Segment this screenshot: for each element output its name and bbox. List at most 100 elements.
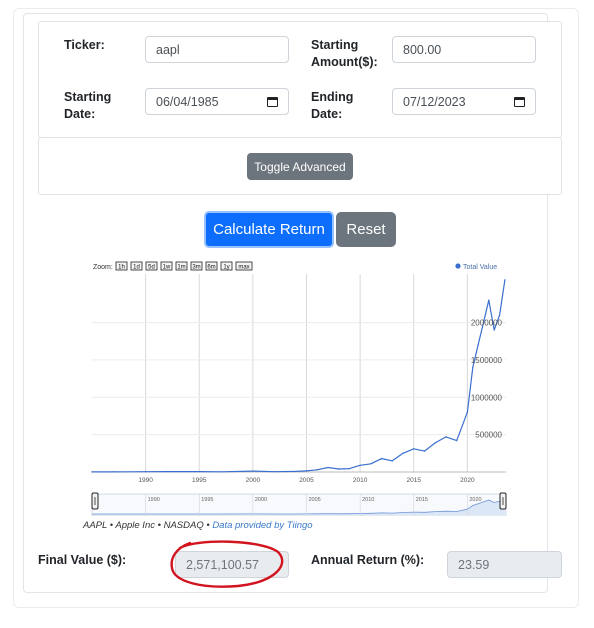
data-point xyxy=(445,436,447,438)
zoom-label: Zoom: xyxy=(93,264,113,271)
data-point xyxy=(498,314,501,316)
final-value-field: 2,571,100.57 xyxy=(175,551,289,578)
zoom-button-label: 3m xyxy=(192,265,200,271)
data-point xyxy=(327,466,329,469)
series-layer xyxy=(91,279,506,473)
data-point xyxy=(493,329,495,331)
data-point xyxy=(504,279,506,281)
ending-date-label-line2: Date: xyxy=(311,107,343,121)
series-line-total-value xyxy=(92,279,506,473)
ending-date-input[interactable]: 07/12/2023 xyxy=(392,88,536,115)
zoom-controls: Zoom: 1h 1d 5d 1w 1m 3m 6m 1y max xyxy=(93,261,253,271)
data-point xyxy=(434,442,436,444)
data-point xyxy=(295,470,297,473)
starting-date-label-line2: Date: xyxy=(64,107,96,121)
zoom-button-label: 1m xyxy=(177,265,185,271)
annual-return-label: Annual Return (%): xyxy=(311,553,425,567)
final-value: 2,571,100.57 xyxy=(186,557,259,572)
chart-caption: AAPL • Apple Inc • NASDAQ • Data provide… xyxy=(83,520,313,531)
data-point xyxy=(112,471,115,473)
data-point xyxy=(391,460,394,462)
data-point xyxy=(316,469,318,471)
navigator-tick-label: 2005 xyxy=(309,497,321,503)
x-axis-ticks: 1990 1995 2000 2005 2010 2015 2020 xyxy=(138,477,475,484)
starting-amount-label: Starting Amount($): xyxy=(311,37,378,71)
data-point xyxy=(402,452,404,455)
stock-chart[interactable]: Zoom: 1h 1d 5d 1w 1m 3m 6m 1y max Total Value 50… xyxy=(88,258,512,517)
data-point xyxy=(466,411,469,413)
calendar-icon[interactable] xyxy=(514,96,525,107)
navigator-tick-label: 2000 xyxy=(255,497,267,503)
navigator-tick-label: 2020 xyxy=(469,497,481,503)
data-point xyxy=(488,299,490,301)
x-tick-label: 2000 xyxy=(246,477,261,484)
data-point xyxy=(220,471,222,473)
ending-date-value: 07/12/2023 xyxy=(403,94,466,109)
starting-amount-label-line1: Starting xyxy=(311,38,359,52)
x-tick-label: 1995 xyxy=(192,477,207,484)
x-tick-label: 2020 xyxy=(460,477,475,484)
legend-marker xyxy=(455,263,461,269)
navigator-tick-label: 1990 xyxy=(148,497,160,503)
data-point xyxy=(380,457,383,460)
reset-button[interactable]: Reset xyxy=(336,212,396,247)
x-tick-label: 2015 xyxy=(407,477,422,484)
toggle-advanced-button[interactable]: Toggle Advanced xyxy=(247,153,353,180)
starting-amount-input[interactable]: 800.00 xyxy=(392,36,536,63)
calendar-icon[interactable] xyxy=(267,96,278,107)
data-point xyxy=(455,439,458,442)
ticker-label: Ticker: xyxy=(64,38,105,52)
zoom-button-label: 1d xyxy=(133,265,140,271)
starting-date-label-line1: Starting xyxy=(64,90,112,104)
data-point xyxy=(305,470,308,472)
data-provider-link[interactable]: Data provided by Tiingo xyxy=(212,520,312,531)
chart-canvas[interactable]: Zoom: 1h 1d 5d 1w 1m 3m 6m 1y max Total Value 50… xyxy=(88,258,512,517)
starting-date-input[interactable]: 06/04/1985 xyxy=(145,88,289,115)
chart-grid xyxy=(92,274,506,473)
annual-return-field: 23.59 xyxy=(447,551,562,578)
chart-caption-text: AAPL • Apple Inc • NASDAQ • xyxy=(83,520,213,531)
zoom-button-label: 5d xyxy=(148,265,155,271)
data-point xyxy=(370,463,372,465)
data-point xyxy=(91,471,93,473)
ending-date-label: Ending Date: xyxy=(311,89,353,123)
data-point xyxy=(337,468,340,470)
legend-label: Total Value xyxy=(463,264,497,271)
final-value-label: Final Value ($): xyxy=(38,553,127,567)
x-tick-label: 1990 xyxy=(138,477,153,484)
zoom-button-label: 1w xyxy=(163,265,171,271)
data-point xyxy=(252,470,254,472)
zoom-button-label: max xyxy=(238,265,249,271)
data-point xyxy=(198,470,200,473)
data-point xyxy=(348,467,351,470)
annual-return-value: 23.59 xyxy=(458,557,490,572)
ticker-value: aapl xyxy=(156,42,180,57)
data-point xyxy=(144,471,147,473)
x-tick-label: 2005 xyxy=(299,477,314,484)
y-tick-label: 2000000 xyxy=(471,319,503,328)
starting-date-value: 06/04/1985 xyxy=(156,94,219,109)
data-point xyxy=(472,366,474,369)
data-point xyxy=(166,470,168,473)
calculate-return-button[interactable]: Calculate Return xyxy=(204,211,334,248)
x-tick-label: 2010 xyxy=(353,477,368,484)
starting-amount-label-line2: Amount($): xyxy=(311,55,378,69)
ending-date-label-line1: Ending xyxy=(311,90,354,104)
y-tick-label: 500000 xyxy=(475,431,502,440)
navigator-tick-label: 1995 xyxy=(201,497,213,503)
y-tick-label: 1000000 xyxy=(471,393,503,402)
zoom-button-label: 6m xyxy=(207,265,215,271)
data-point xyxy=(359,464,361,466)
navigator[interactable]: 1990 1995 2000 2005 2010 2015 2020 xyxy=(91,492,507,517)
ticker-input[interactable]: aapl xyxy=(145,36,289,63)
legend[interactable]: Total Value xyxy=(455,263,497,271)
navigator-tick-label: 2010 xyxy=(362,497,374,503)
zoom-button-label: 1h xyxy=(118,265,125,271)
y-tick-label: 1500000 xyxy=(471,356,503,365)
data-point xyxy=(477,344,479,346)
data-point xyxy=(423,450,426,452)
navigator-tick-label: 2015 xyxy=(416,497,428,503)
zoom-button-label: 1y xyxy=(223,265,229,271)
data-point xyxy=(413,448,415,450)
data-point xyxy=(273,471,276,473)
